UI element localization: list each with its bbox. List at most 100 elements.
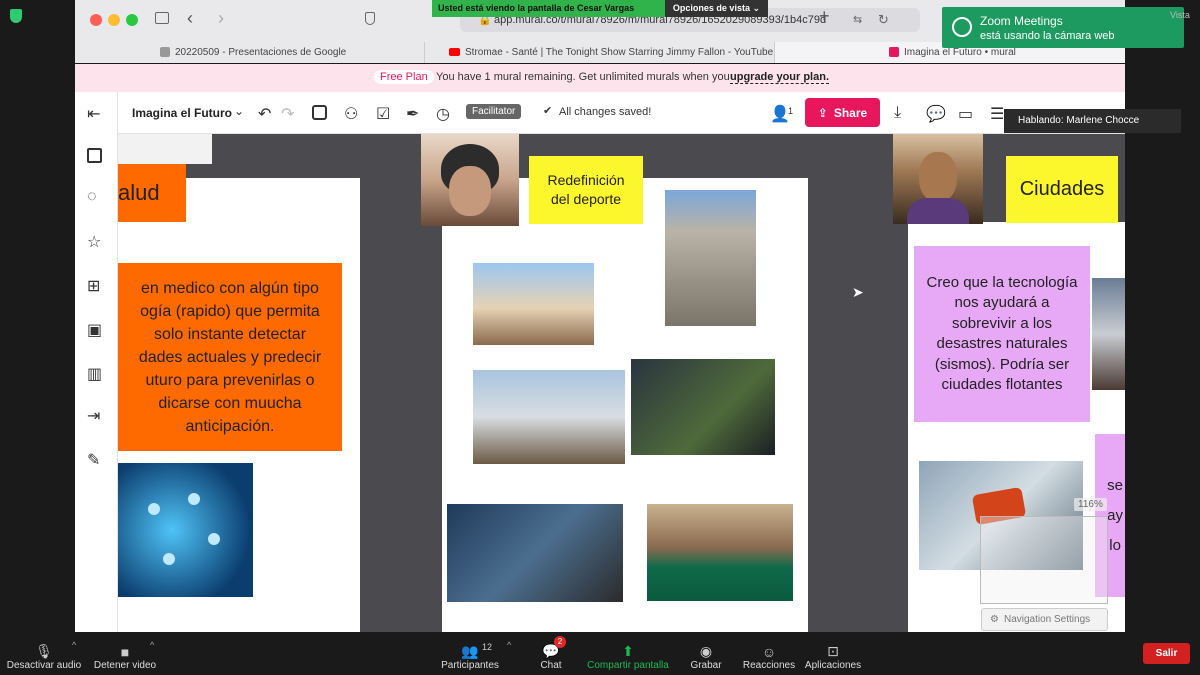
share-button[interactable]: ⇪ Share [805, 98, 880, 127]
tab-google-slides[interactable]: 20220509 - Presentaciones de Google [75, 42, 425, 63]
minimize-window-button[interactable] [108, 14, 120, 26]
outline-icon[interactable]: ⚇ [344, 104, 358, 124]
record-icon: ◉ [699, 643, 713, 659]
ciudades-note-sticky[interactable]: Creo que la tecnología nos ayudará a sob… [914, 246, 1090, 422]
sticky-note-icon[interactable] [87, 148, 102, 163]
chat-badge: 2 [554, 636, 566, 648]
mural-canvas[interactable]: alud en medico con algún tipo ogía (rapi… [118, 134, 1125, 632]
audio-options-chevron-icon[interactable]: ^ [72, 640, 76, 650]
tab-label: 20220509 - Presentaciones de Google [175, 47, 347, 58]
share-label: Share [833, 105, 868, 120]
mouse-cursor-icon: ➤ [852, 284, 864, 300]
exit-icon[interactable]: ⇤ [87, 104, 100, 124]
chevron-down-icon[interactable]: ⌄ [234, 104, 244, 118]
leave-button[interactable]: Salir [1143, 643, 1190, 664]
pen-icon[interactable]: ✎ [87, 450, 100, 470]
image-icon[interactable]: ▣ [87, 320, 102, 340]
mural-title[interactable]: Imagina el Futuro [132, 106, 232, 120]
video-camera-icon: ■ [120, 644, 130, 660]
participant-video-man [893, 134, 983, 224]
checklist-icon[interactable]: ☑ [376, 104, 390, 124]
privacy-shield-icon[interactable] [365, 12, 375, 25]
undo-icon[interactable]: ↶ [258, 104, 271, 124]
video-label: Detener video [93, 660, 157, 671]
download-icon[interactable]: ⤓ [894, 104, 901, 122]
navigation-settings-button[interactable]: ⚙ Navigation Settings [981, 608, 1108, 631]
rappers-image[interactable] [447, 504, 623, 602]
zoom-level[interactable]: 116% [1074, 498, 1107, 511]
participants-chevron-icon[interactable]: ^ [507, 640, 511, 650]
grid-icon[interactable]: ⊞ [87, 276, 100, 296]
bmx-image[interactable] [473, 370, 625, 464]
maximize-window-button[interactable] [126, 14, 138, 26]
participants-count: 12 [482, 642, 493, 652]
library-icon[interactable]: ▥ [87, 364, 102, 384]
forward-icon[interactable]: › [218, 8, 224, 29]
view-options-button[interactable]: Opciones de vista ⌄ [664, 0, 768, 17]
pen-tool-icon[interactable]: ✒ [406, 104, 419, 124]
notification-subtitle: está usando la cámara web [980, 30, 1115, 42]
plan-banner: Free Plan You have 1 mural remaining. Ge… [75, 64, 1125, 92]
mural-favicon-icon [889, 47, 899, 58]
salud-title: alud [118, 180, 160, 205]
free-plan-badge: Free Plan [374, 70, 434, 84]
deporte-title-sticky[interactable]: Redefinición del deporte [529, 156, 643, 224]
redo-icon[interactable]: ↷ [281, 104, 294, 124]
zoom-camera-notification[interactable]: Zoom Meetings está usando la cámara web [942, 7, 1184, 48]
salud-note-sticky[interactable]: en medico con algún tipo ogía (rapido) q… [118, 263, 342, 451]
share-screen-button[interactable]: ⬆ Compartir pantalla [584, 632, 672, 675]
star-icon[interactable]: ☆ [87, 232, 101, 252]
facilitator-badge[interactable]: Facilitator [466, 104, 522, 119]
molecule-image[interactable] [118, 463, 253, 597]
breakdance-image[interactable] [473, 263, 594, 345]
youtube-favicon-icon [449, 48, 460, 57]
view-label[interactable]: Vista [1170, 10, 1190, 20]
new-tab-icon[interactable]: + [819, 6, 830, 27]
import-icon[interactable]: ⇥ [87, 406, 100, 426]
panel-tab [118, 134, 212, 164]
partial-note-text: se ay lo [1107, 476, 1123, 554]
slides-favicon-icon [160, 47, 170, 58]
chat-icon[interactable]: ▭ [958, 104, 973, 124]
video-options-chevron-icon[interactable]: ^ [150, 640, 154, 650]
save-status: All changes saved! [559, 106, 652, 118]
close-window-button[interactable] [90, 14, 102, 26]
minimap[interactable] [980, 516, 1108, 604]
camera-icon [952, 17, 972, 37]
speaking-indicator: Hablando: Marlene Chocce [1004, 109, 1181, 133]
partial-image[interactable] [1092, 278, 1125, 390]
timer-icon[interactable]: ◷ [436, 104, 450, 124]
deporte-title: Redefinición del deporte [547, 172, 625, 207]
frame-icon[interactable] [312, 105, 327, 120]
outline-list-icon[interactable]: ☰ [990, 104, 1004, 124]
participant-video-woman [421, 134, 519, 226]
ciudades-title-sticky[interactable]: Ciudades [1006, 156, 1118, 223]
upgrade-link[interactable]: upgrade your plan. [730, 71, 830, 84]
comments-icon[interactable]: 💬 [926, 104, 946, 124]
translate-icon[interactable]: ⇆ [853, 13, 862, 26]
reload-icon[interactable]: ↻ [878, 12, 889, 28]
apps-button[interactable]: ⊡ Aplicaciones [804, 632, 862, 675]
esports-image[interactable] [631, 359, 775, 455]
participants-button[interactable]: 👥 Participantes [436, 632, 504, 675]
chat-label: Chat [540, 660, 562, 671]
mute-label: Desactivar audio [6, 660, 82, 671]
zoom-control-bar: 🎙 Desactivar audio ^ ■ Detener video ^ 👥 Pa… [0, 632, 1200, 675]
stop-video-button[interactable]: ■ Detener video [90, 632, 160, 675]
back-icon[interactable]: ‹ [187, 8, 193, 29]
record-button[interactable]: ◉ Grabar [686, 632, 726, 675]
billiards-image[interactable] [647, 504, 793, 601]
mute-button[interactable]: 🎙 Desactivar audio [6, 632, 82, 675]
ciudades-title: Ciudades [1019, 178, 1105, 200]
record-label: Grabar [690, 660, 722, 671]
user-icon[interactable]: 👤 [770, 104, 790, 124]
salud-title-sticky[interactable]: alud [118, 164, 186, 222]
reactions-button[interactable]: ☺ Reacciones [742, 632, 796, 675]
sidebar-toggle-icon[interactable] [155, 12, 169, 24]
shapes-icon[interactable]: ◌ [87, 188, 97, 206]
tab-youtube[interactable]: Stromae - Santé | The Tonight Show Starr… [425, 42, 775, 63]
participants-icon: 👥 [461, 643, 479, 659]
users-count: 1 [788, 106, 794, 116]
skater-image[interactable] [665, 190, 756, 326]
salud-note-text: en medico con algún tipo ogía (rapido) q… [138, 279, 322, 435]
